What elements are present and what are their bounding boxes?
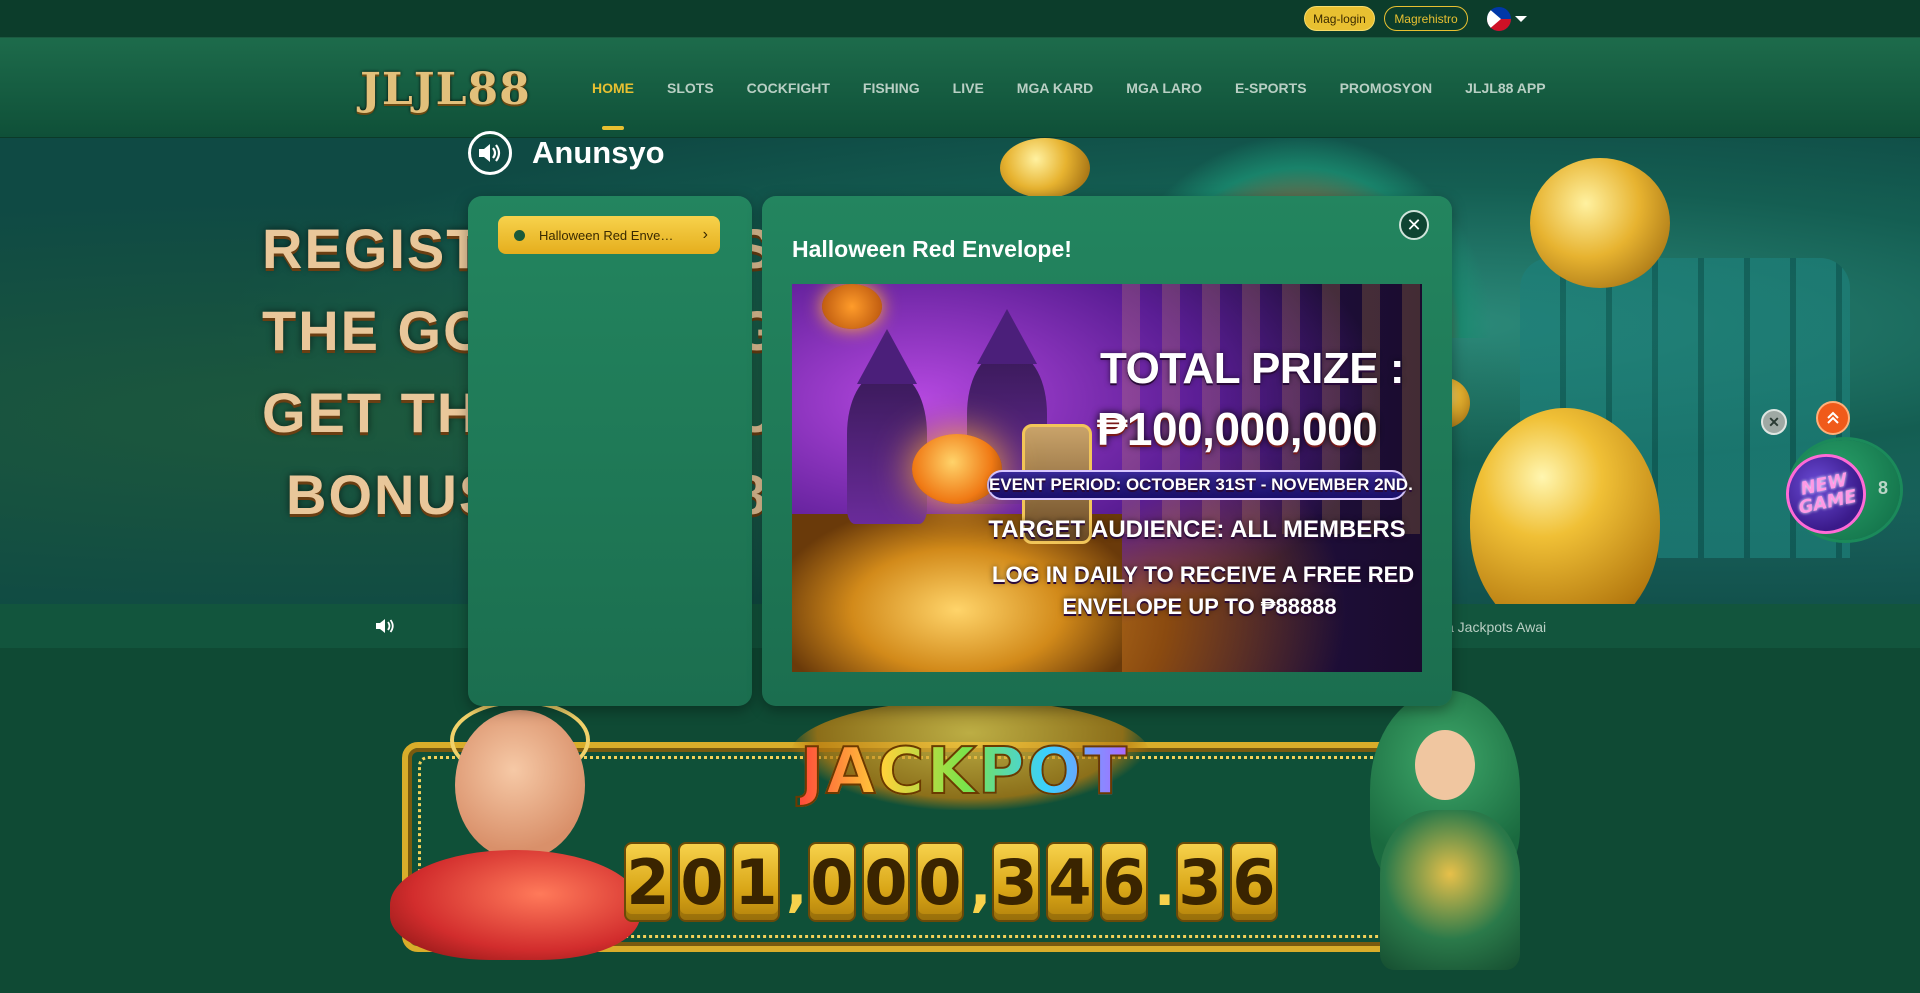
banner-headline: REGIST THE GO GET TH BONUS — [262, 208, 498, 536]
jackpot-title: JACKPOT — [799, 734, 1129, 810]
jackpot-digit: 0 — [808, 842, 856, 922]
jackpot-digit: 0 — [916, 842, 964, 922]
philippines-flag-icon — [1487, 7, 1511, 31]
close-button[interactable]: ✕ — [1399, 210, 1429, 240]
jackpot-digit: 4 — [1046, 842, 1094, 922]
jackpot-digit: 3 — [1176, 842, 1224, 922]
double-chevron-up-icon — [1827, 411, 1839, 424]
new-game-side-text: 8 — [1878, 478, 1889, 498]
banner-line: BONUS — [286, 463, 499, 526]
new-game-widget[interactable]: NEW GAME 8 — [1778, 440, 1900, 542]
promo-daily-line2: ENVELOPE UP TO ₱88888 — [1062, 594, 1337, 619]
goddess-illustration — [1340, 690, 1560, 980]
jackpot-panel: JACKPOT 2 0 1 , 0 0 0 , 3 4 6 . 3 6 — [360, 690, 1560, 970]
speaker-icon — [468, 131, 512, 175]
nav-item-slots[interactable]: SLOTS — [667, 80, 714, 96]
nav-item-app[interactable]: JLJL88 APP — [1465, 80, 1545, 96]
jackpot-digit: 0 — [862, 842, 910, 922]
register-button[interactable]: Magrehistro — [1384, 6, 1468, 31]
announcement-title: Anunsyo — [532, 135, 665, 170]
nav-item-promosyon[interactable]: PROMOSYON — [1340, 80, 1433, 96]
jackpot-digit: 3 — [992, 842, 1040, 922]
banner-coin — [1000, 138, 1090, 198]
close-icon: ✕ — [1406, 215, 1422, 235]
speaker-icon — [376, 619, 394, 633]
scroll-top-button[interactable] — [1816, 401, 1850, 435]
promo-daily-line1: LOG IN DAILY TO RECEIVE A FREE RED — [992, 562, 1415, 587]
announcement-detail-title: Halloween Red Envelope! — [792, 236, 1072, 262]
banner-line: REGIST — [262, 217, 483, 280]
jackpot-digit: 2 — [624, 842, 672, 922]
announcement-list-item-label: Halloween Red Envelope! — [539, 227, 674, 243]
promo-event-period: EVENT PERIOD: OCTOBER 31ST - NOVEMBER 2N… — [987, 470, 1413, 500]
language-selector[interactable] — [1487, 7, 1527, 31]
nav-item-mga-kard[interactable]: MGA KARD — [1017, 80, 1093, 96]
promo-total-prize-amount: ₱100,000,000 — [1096, 403, 1378, 455]
bullet-icon — [514, 229, 525, 241]
jackpot-digit: 6 — [1230, 842, 1278, 922]
banner-line: THE GO — [262, 299, 489, 362]
site-logo[interactable]: JLJL88 — [360, 64, 531, 115]
banner-coin — [1530, 158, 1670, 288]
promo-target-audience: TARGET AUDIENCE: ALL MEMBERS — [988, 516, 1406, 543]
nav-item-cockfight[interactable]: COCKFIGHT — [747, 80, 830, 96]
marquee-text: a Jackpots Awai — [1446, 619, 1547, 635]
jackpot-separator: , — [970, 854, 992, 919]
jackpot-separator: . — [1154, 854, 1176, 919]
login-button[interactable]: Mag-login — [1304, 6, 1375, 31]
announcement-header: Anunsyo — [468, 131, 665, 175]
chevron-right-icon: › — [702, 226, 708, 243]
banner-line: GET TH — [262, 381, 480, 444]
floating-close-button[interactable]: ✕ — [1761, 409, 1787, 435]
announcement-detail: ✕ Halloween Red Envelope! TOTAL PRIZE : … — [762, 196, 1452, 706]
promo-total-prize-label: TOTAL PRIZE : — [1100, 344, 1404, 393]
nav-item-live[interactable]: LIVE — [953, 80, 984, 96]
nav-item-mga-laro[interactable]: MGA LARO — [1126, 80, 1202, 96]
nav-item-home[interactable]: HOME — [592, 80, 634, 130]
main-header: JLJL88 HOME SLOTS COCKFIGHT FISHING LIVE… — [0, 38, 1920, 138]
promo-image: TOTAL PRIZE : ₱100,000,000 EVENT PERIOD:… — [792, 284, 1422, 672]
announcement-list-item[interactable]: Halloween Red Envelope! › — [498, 216, 720, 254]
jackpot-digit: 0 — [678, 842, 726, 922]
jackpot-digit: 6 — [1100, 842, 1148, 922]
jackpot-digit: 1 — [732, 842, 780, 922]
nav-item-fishing[interactable]: FISHING — [863, 80, 920, 96]
jackpot-separator: , — [786, 854, 808, 919]
top-bar: Mag-login Magrehistro — [0, 0, 1920, 38]
buddha-illustration — [360, 700, 660, 970]
main-nav: HOME SLOTS COCKFIGHT FISHING LIVE MGA KA… — [592, 80, 1579, 130]
jackpot-counter: 2 0 1 , 0 0 0 , 3 4 6 . 3 6 — [624, 842, 1278, 922]
nav-item-esports[interactable]: E-SPORTS — [1235, 80, 1307, 96]
announcement-list: Halloween Red Envelope! › — [468, 196, 752, 706]
close-icon: ✕ — [1768, 413, 1780, 430]
chevron-down-icon — [1515, 16, 1527, 22]
